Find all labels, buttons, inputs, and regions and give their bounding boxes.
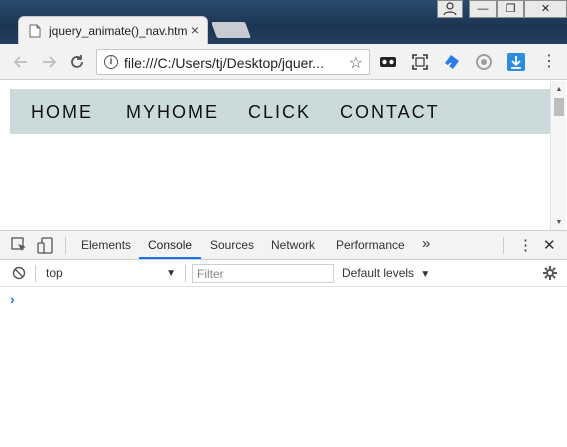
devtools-panel: Elements Console Sources Network Perform…: [0, 230, 567, 447]
forward-button[interactable]: [38, 52, 60, 72]
close-tab-icon[interactable]: ×: [188, 22, 202, 38]
maximize-icon: ❐: [505, 3, 516, 15]
tab-title: jquery_animate()_nav.htm: [49, 24, 188, 38]
download-icon[interactable]: [507, 53, 525, 71]
tab-elements[interactable]: Elements: [81, 238, 131, 252]
close-devtools-icon[interactable]: ✕: [543, 236, 556, 254]
record-icon[interactable]: [475, 53, 493, 71]
gear-icon[interactable]: [542, 265, 558, 281]
address-text[interactable]: file:///C:/Users/tj/Desktop/jquer...: [124, 55, 334, 71]
nav-link-myhome[interactable]: MYHOME: [126, 102, 219, 123]
nav-link-contact[interactable]: CONTACT: [340, 102, 440, 123]
log-levels-label: Default levels: [342, 266, 415, 280]
nav-link-home[interactable]: HOME: [31, 102, 93, 123]
devtools-menu-kebab-icon[interactable]: ⋮: [518, 236, 533, 254]
devtools-tab-bar: Elements Console Sources Network Perform…: [0, 231, 567, 260]
inspect-element-icon[interactable]: [11, 237, 28, 254]
scroll-up-icon[interactable]: ▲: [551, 85, 567, 95]
clear-console-icon[interactable]: [12, 266, 26, 280]
title-bar: jquery_animate()_nav.htm × — ❐ ✕: [0, 0, 567, 44]
close-icon: ✕: [540, 3, 551, 15]
nav-link-click[interactable]: CLICK: [248, 102, 311, 123]
browser-tab[interactable]: jquery_animate()_nav.htm ×: [18, 16, 208, 44]
person-icon: [443, 2, 457, 16]
page-scrollbar[interactable]: ▲ ▼: [550, 81, 566, 230]
more-tabs-icon[interactable]: »: [422, 235, 430, 252]
incognito-extension-icon[interactable]: [379, 53, 397, 71]
scroll-down-icon[interactable]: ▼: [551, 218, 567, 228]
document-icon: [29, 24, 41, 38]
toolbar-divider: [185, 265, 186, 282]
arrow-left-icon: [13, 56, 27, 68]
device-toolbar-icon[interactable]: [37, 237, 54, 254]
scroll-thumb[interactable]: [554, 98, 564, 116]
arrow-right-icon: [43, 56, 57, 68]
page-viewport: HOME MYHOME CLICK CONTACT ▲ ▼: [0, 81, 567, 230]
bookmark-star-icon[interactable]: ☆: [349, 53, 363, 73]
back-button[interactable]: [10, 52, 32, 72]
toolbar-divider: [65, 237, 66, 254]
address-bar[interactable]: i file:///C:/Users/tj/Desktop/jquer... ☆: [96, 49, 370, 75]
profile-button[interactable]: [437, 0, 463, 18]
dropdown-arrow-icon: ▼: [166, 268, 176, 279]
dropdown-arrow-icon: ▼: [420, 269, 431, 280]
new-tab-button[interactable]: [211, 22, 251, 38]
page-nav-bar: HOME MYHOME CLICK CONTACT: [10, 89, 550, 134]
reload-button[interactable]: [66, 52, 88, 72]
maximize-button[interactable]: ❐: [497, 0, 524, 18]
context-selector[interactable]: top ▼: [40, 264, 180, 283]
menu-kebab-icon[interactable]: ⋮: [538, 52, 560, 72]
reload-icon: [71, 55, 83, 68]
tab-sources[interactable]: Sources: [210, 238, 254, 252]
toolbar-divider: [35, 265, 36, 282]
tab-console[interactable]: Console: [148, 238, 192, 252]
toolbar-divider: [503, 237, 504, 254]
info-icon[interactable]: i: [104, 55, 118, 69]
context-value: top: [46, 266, 63, 280]
console-prompt-icon[interactable]: ›: [10, 291, 15, 307]
console-toolbar: top ▼ Default levels ▼: [0, 260, 567, 287]
tab-network[interactable]: Network: [271, 238, 315, 252]
filter-input[interactable]: [192, 264, 334, 283]
minimize-icon: —: [477, 3, 489, 15]
browser-toolbar: i file:///C:/Users/tj/Desktop/jquer... ☆…: [0, 44, 567, 80]
active-tab-indicator: [139, 257, 201, 259]
extension-blue-icon[interactable]: [443, 53, 461, 71]
tab-performance[interactable]: Performance: [336, 238, 405, 252]
screenshot-icon[interactable]: [411, 53, 429, 71]
close-window-button[interactable]: ✕: [524, 0, 567, 18]
log-levels-dropdown[interactable]: Default levels ▼: [342, 264, 430, 284]
minimize-button[interactable]: —: [469, 0, 497, 18]
